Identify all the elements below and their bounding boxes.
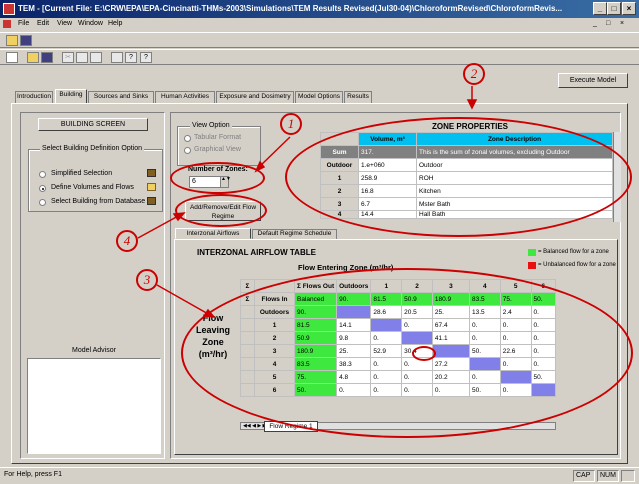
annotation-arrows — [137, 86, 478, 318]
status-scrl — [621, 470, 635, 482]
status-num: NUM — [597, 470, 619, 482]
status-bar: For Help, press F1 CAP NUM — [0, 467, 639, 484]
status-cap: CAP — [573, 470, 595, 482]
status-help: For Help, press F1 — [4, 471, 62, 478]
